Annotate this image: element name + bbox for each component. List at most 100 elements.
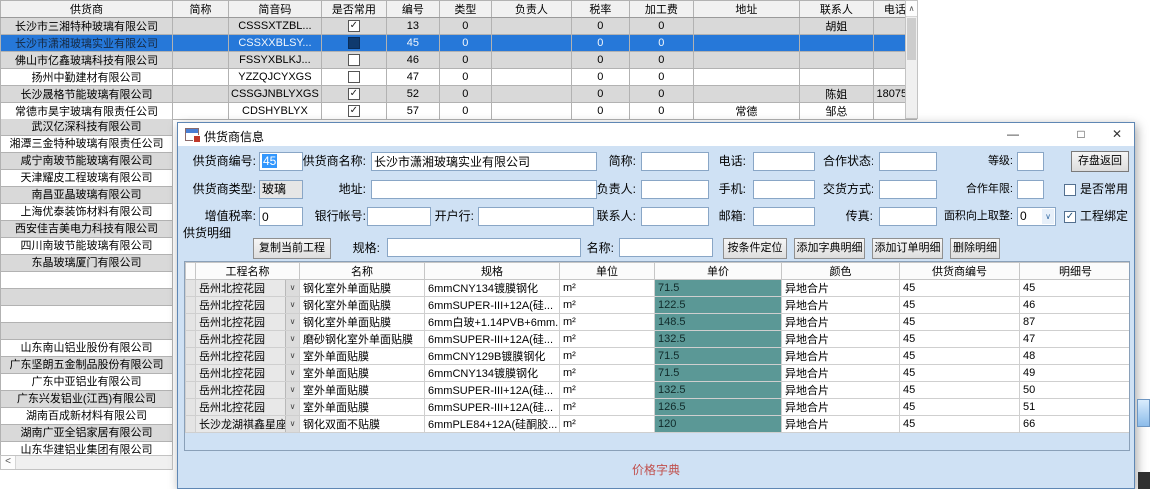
project-cell[interactable]: 岳州北控花园∨ (196, 280, 300, 297)
minimize-button[interactable]: — (996, 123, 1030, 146)
supplier-list-item[interactable]: 广东兴发铝业(江西)有限公司 (1, 391, 173, 408)
supplier-list-item[interactable]: 上海优泰装饰材料有限公司 (1, 204, 173, 221)
column-header[interactable]: 供货商 (1, 1, 173, 18)
column-header[interactable]: 类型 (439, 1, 491, 18)
coop-status-input[interactable] (879, 152, 937, 171)
combo-arrow-icon[interactable]: ∨ (285, 280, 299, 296)
combo-arrow-icon[interactable]: ∨ (285, 331, 299, 347)
coop-years-input[interactable] (1017, 180, 1044, 199)
detail-row[interactable]: 岳州北控花园∨室外单面贴膜6mmCNY134镀膜钢化m²71.5异地合片4549 (186, 365, 1131, 382)
horizontal-scrollbar[interactable]: < (0, 455, 173, 470)
supplier-list-item[interactable]: 山东南山铝业股份有限公司 (1, 340, 173, 357)
mobile-input[interactable] (753, 180, 815, 199)
combo-arrow-icon[interactable]: ∨ (285, 399, 299, 415)
common-flag-cell[interactable] (321, 69, 386, 86)
scroll-up-icon[interactable]: ∧ (906, 1, 917, 17)
project-cell[interactable]: 岳州北控花园∨ (196, 297, 300, 314)
supplier-row[interactable]: 长沙晟格节能玻璃有限公司CSSGJNBLYXGS✓52000陈姐180751 (1, 86, 917, 103)
common-flag-cell[interactable] (321, 35, 386, 52)
copy-current-project-button[interactable]: 复制当前工程 (253, 238, 331, 259)
supplier-list-item[interactable]: 广东坚朗五金制品股份有限公司 (1, 357, 173, 374)
combo-arrow-icon[interactable]: ∨ (285, 365, 299, 381)
supplier-row[interactable]: 长沙市潇湘玻璃实业有限公司CSSXXBLSY...45000 (1, 35, 917, 52)
column-header[interactable]: 是否常用 (321, 1, 386, 18)
detail-row[interactable]: 岳州北控花园∨钢化室外单面贴膜6mmSUPER-III+12A(硅...m²12… (186, 297, 1131, 314)
supplier-list-item[interactable]: 湖南百成新材料有限公司 (1, 408, 173, 425)
save-return-button[interactable]: 存盘返回 (1071, 151, 1129, 172)
column-header[interactable]: 简音码 (229, 1, 322, 18)
common-flag-cell[interactable]: ✓ (321, 86, 386, 103)
supplier-name-input[interactable] (371, 152, 597, 171)
project-cell[interactable]: 长沙龙湖祺鑫星座∨ (196, 416, 300, 433)
project-cell[interactable]: 岳州北控花园∨ (196, 365, 300, 382)
vertical-scrollbar[interactable]: ∧ (905, 0, 918, 119)
detail-column-header[interactable]: 单位 (560, 263, 655, 280)
name-filter-input[interactable] (619, 238, 713, 257)
detail-column-header[interactable]: 名称 (300, 263, 425, 280)
scroll-left-icon[interactable]: < (1, 456, 16, 469)
supplier-list-item[interactable]: 西安佳吉美电力科技有限公司 (1, 221, 173, 238)
common-flag-cell[interactable] (321, 52, 386, 69)
detail-row[interactable]: 岳州北控花园∨室外单面贴膜6mmCNY129B镀膜钢化m²71.5异地合片454… (186, 348, 1131, 365)
detail-row[interactable]: 岳州北控花园∨磨砂钢化室外单面贴膜6mmSUPER-III+12A(硅...m²… (186, 331, 1131, 348)
detail-column-header[interactable]: 颜色 (782, 263, 900, 280)
supplier-list-item[interactable]: 湘潭三金特种玻璃有限责任公司 (1, 136, 173, 153)
project-cell[interactable]: 岳州北控花园∨ (196, 382, 300, 399)
project-cell[interactable]: 岳州北控花园∨ (196, 331, 300, 348)
detail-column-header[interactable] (186, 263, 196, 280)
supplier-list-item[interactable]: 湖南广亚全铝家居有限公司 (1, 425, 173, 442)
delete-detail-button[interactable]: 删除明细 (950, 238, 1000, 259)
detail-column-header[interactable]: 单价 (655, 263, 782, 280)
chevron-down-icon[interactable]: ∨ (1042, 209, 1054, 224)
delivery-input[interactable] (879, 180, 937, 199)
detail-column-header[interactable]: 工程名称 (196, 263, 300, 280)
column-header[interactable]: 简称 (173, 1, 229, 18)
address-input[interactable] (371, 180, 597, 199)
supplier-list-item[interactable]: 四川南玻节能玻璃有限公司 (1, 238, 173, 255)
detail-column-header[interactable]: 明细号 (1020, 263, 1131, 280)
add-dict-detail-button[interactable]: 添加字典明细 (794, 238, 865, 259)
column-header[interactable]: 负责人 (491, 1, 571, 18)
detail-row[interactable]: 长沙龙湖祺鑫星座∨钢化双面不贴膜6mmPLE84+12A(硅酮胶...m²120… (186, 416, 1131, 433)
supplier-list-item[interactable]: 武汉亿深科技有限公司 (1, 119, 173, 136)
common-flag-cell[interactable]: ✓ (321, 18, 386, 35)
project-cell[interactable]: 岳州北控花园∨ (196, 399, 300, 416)
detail-row[interactable]: 岳州北控花园∨钢化室外单面贴膜6mmCNY134镀膜钢化m²71.5异地合片45… (186, 280, 1131, 297)
fax-input[interactable] (879, 207, 937, 226)
supplier-list-item[interactable]: 天津耀皮工程玻璃有限公司 (1, 170, 173, 187)
phone-input[interactable] (753, 152, 815, 171)
column-header[interactable]: 地址 (693, 1, 799, 18)
column-header[interactable]: 编号 (386, 1, 439, 18)
supplier-row[interactable]: 佛山市亿鑫玻璃科技有限公司FSSYXBLKJ...46000 (1, 52, 917, 69)
detail-column-header[interactable]: 规格 (425, 263, 560, 280)
add-order-detail-button[interactable]: 添加订单明细 (872, 238, 943, 259)
locate-by-condition-button[interactable]: 按条件定位 (723, 238, 787, 259)
supplier-list-item[interactable]: 广东中亚铝业有限公司 (1, 374, 173, 391)
combo-arrow-icon[interactable]: ∨ (285, 297, 299, 313)
close-button[interactable]: ✕ (1100, 123, 1134, 146)
project-cell[interactable]: 岳州北控花园∨ (196, 348, 300, 365)
dialog-titlebar[interactable]: 供货商信息 — □ ✕ (178, 123, 1134, 146)
detail-row[interactable]: 岳州北控花园∨钢化室外单面贴膜6mm白玻+1.14PVB+6mm...m²148… (186, 314, 1131, 331)
spec-filter-input[interactable] (387, 238, 581, 257)
supplier-list-item[interactable]: 东晶玻璃厦门有限公司 (1, 255, 173, 272)
column-header[interactable]: 税率 (571, 1, 629, 18)
detail-row[interactable]: 岳州北控花园∨室外单面贴膜6mmSUPER-III+12A(硅...m²132.… (186, 382, 1131, 399)
maximize-button[interactable]: □ (1064, 123, 1098, 146)
common-flag-cell[interactable]: ✓ (321, 103, 386, 120)
column-header[interactable]: 联系人 (799, 1, 873, 18)
combo-arrow-icon[interactable]: ∨ (285, 348, 299, 364)
detail-column-header[interactable]: 供货商编号 (900, 263, 1020, 280)
supplier-row[interactable]: 扬州中勤建材有限公司YZZQJCYXGS47000 (1, 69, 917, 86)
common-checkbox[interactable]: 是否常用 (1064, 180, 1128, 199)
project-cell[interactable]: 岳州北控花园∨ (196, 314, 300, 331)
combo-arrow-icon[interactable]: ∨ (285, 382, 299, 398)
supplier-row[interactable]: 长沙市三湘特种玻璃有限公司CSSSXTZBL...✓13000胡姐 (1, 18, 917, 35)
email-input[interactable] (753, 207, 815, 226)
detail-row[interactable]: 岳州北控花园∨室外单面贴膜6mmSUPER-III+12A(硅...m²126.… (186, 399, 1131, 416)
column-header[interactable]: 加工费 (629, 1, 693, 18)
supplier-list-item[interactable]: 咸宁南玻节能玻璃有限公司 (1, 153, 173, 170)
area-round-combobox[interactable]: 0∨ (1017, 207, 1056, 226)
supplier-row[interactable]: 常德市昊宇玻璃有限责任公司CDSHYBLYX✓57000常德邹总 (1, 103, 917, 120)
combo-arrow-icon[interactable]: ∨ (285, 416, 299, 432)
